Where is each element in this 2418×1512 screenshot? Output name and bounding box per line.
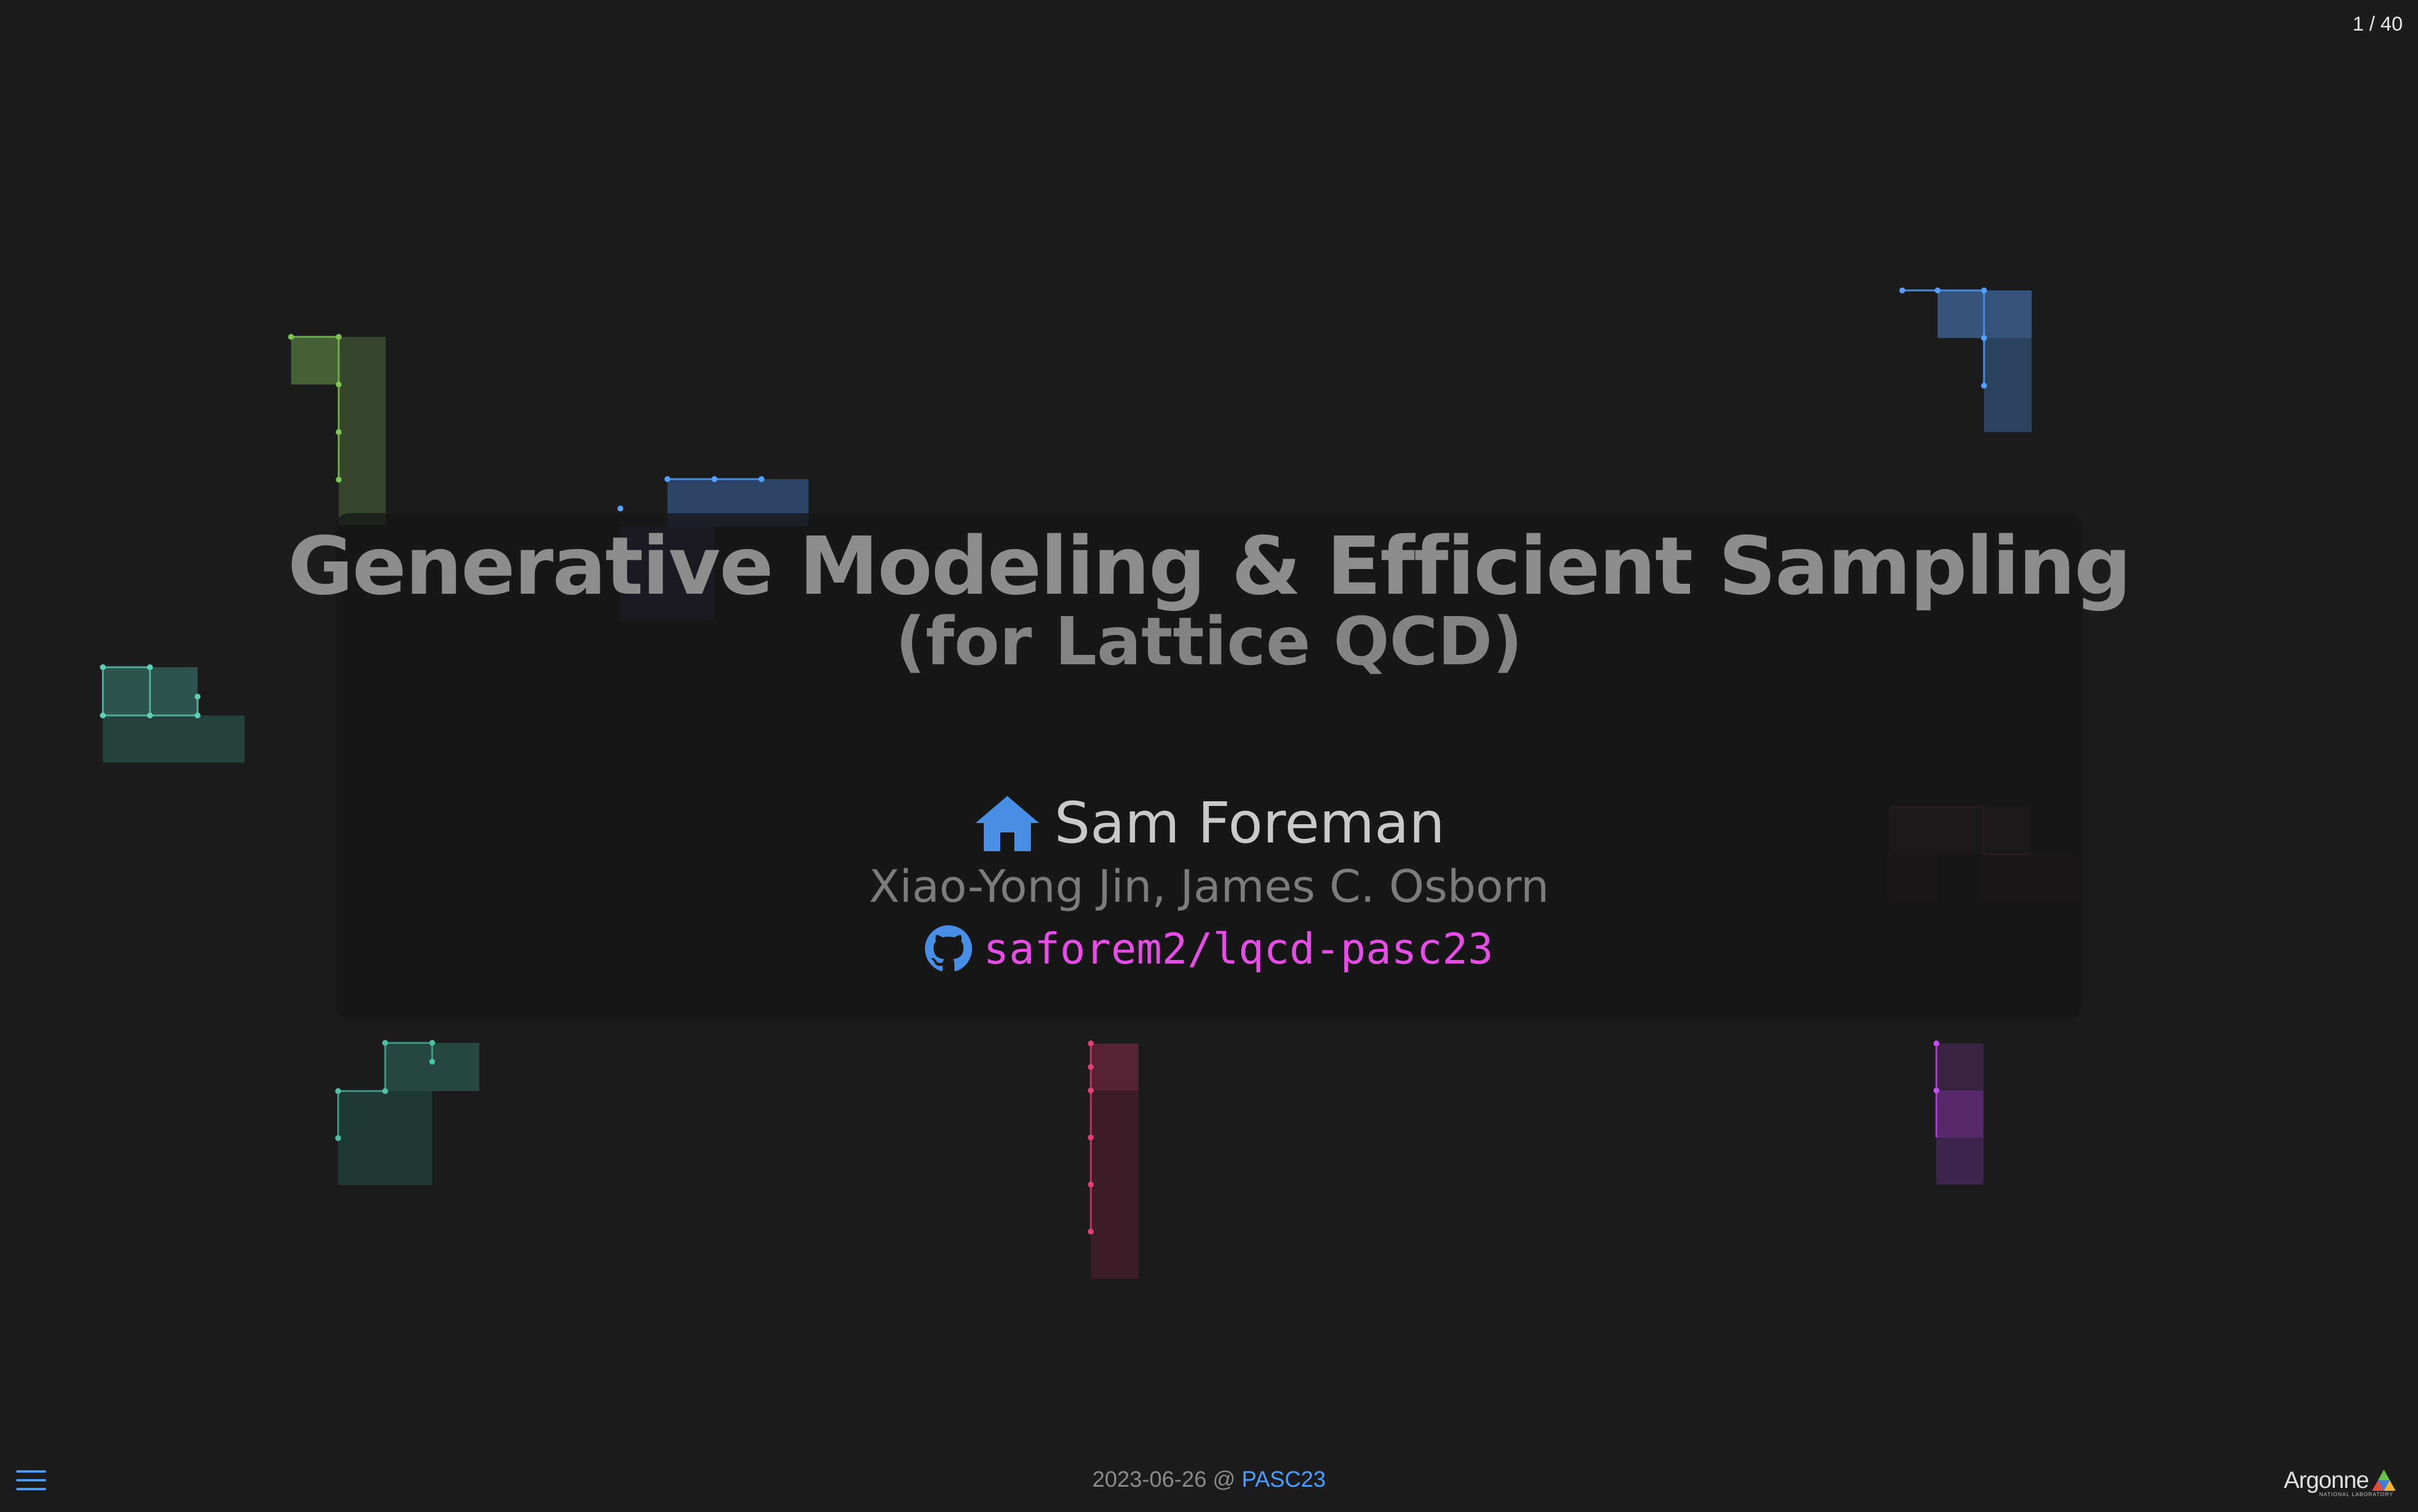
lattice-shape-teal-bottom: [335, 1040, 479, 1185]
lattice-shape-green: [288, 334, 386, 525]
footer-date: 2023-06-26 @: [1092, 1467, 1242, 1492]
repo-link[interactable]: saforem2/lqcd-pasc23: [984, 928, 1494, 970]
lattice-shape-teal-left: [100, 664, 245, 762]
lattice-shape-blue-top-right: [1899, 287, 2032, 432]
author-name[interactable]: Sam Foreman: [1054, 795, 1445, 851]
home-icon[interactable]: [973, 794, 1041, 852]
repo-row: saforem2/lqcd-pasc23: [0, 925, 2418, 972]
argonne-triangle-icon: [2372, 1470, 2396, 1491]
footer: 2023-06-26 @ PASC23: [0, 1467, 2418, 1493]
author-row: Sam Foreman: [0, 794, 2418, 852]
github-icon[interactable]: [924, 925, 972, 972]
slide-subtitle: (for Lattice QCD): [895, 604, 1523, 680]
slide-counter: 1 / 40: [2352, 13, 2403, 35]
conference-link[interactable]: PASC23: [1242, 1467, 1326, 1492]
slide-title: Generative Modeling & Efficient Sampling: [288, 520, 2131, 613]
logo-tagline: NATIONAL LABORATORY: [2319, 1491, 2393, 1497]
lattice-shape-crimson: [1088, 1041, 1138, 1279]
coauthors: Xiao-Yong Jin, James C. Osborn: [869, 860, 1549, 912]
logo-wordmark: Argonne: [2283, 1467, 2369, 1493]
lattice-shape-purple: [1933, 1041, 1983, 1185]
